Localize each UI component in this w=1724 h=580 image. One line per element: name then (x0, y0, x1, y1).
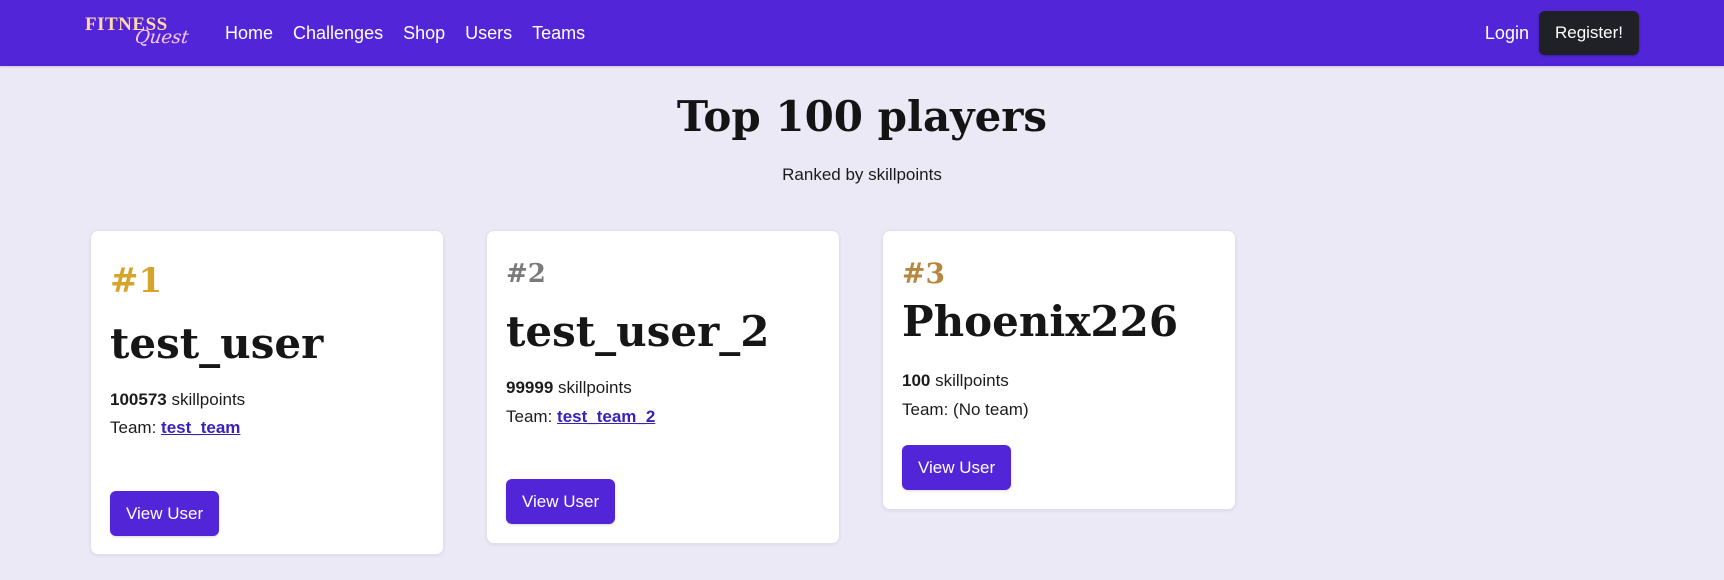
brand-logo-line2: Quest (133, 27, 190, 48)
nav-auth: Login Register! (1485, 0, 1639, 66)
player-skillpoints: 100573 skillpoints (110, 390, 245, 410)
player-rank: #2 (506, 259, 546, 289)
team-label: Team: (506, 407, 553, 426)
player-name: test_user (110, 319, 324, 368)
nav-link-teams[interactable]: Teams (522, 0, 595, 66)
skillpoints-value: 100573 (110, 390, 167, 409)
view-user-button[interactable]: View User (110, 491, 220, 536)
team-label: Team: (902, 400, 949, 419)
page-subtitle: Ranked by skillpoints (782, 165, 942, 184)
skillpoints-label: skillpoints (935, 371, 1009, 390)
player-team: Team: test_team_2 (506, 407, 655, 427)
page-title: Top 100 players (676, 92, 1048, 141)
nav-link-home[interactable]: Home (215, 0, 283, 66)
team-label: Team: (110, 418, 157, 437)
team-link[interactable]: test_team_2 (557, 407, 655, 426)
skillpoints-label: skillpoints (558, 378, 632, 397)
nav-link-shop[interactable]: Shop (393, 0, 455, 66)
player-rank: #1 (110, 261, 163, 301)
nav-links: Home Challenges Shop Users Teams (215, 0, 595, 66)
skillpoints-label: skillpoints (171, 390, 246, 409)
player-team: Team: test_team (110, 418, 240, 438)
view-user-button[interactable]: View User (506, 479, 616, 524)
register-button[interactable]: Register! (1538, 11, 1639, 55)
nav-link-users[interactable]: Users (455, 0, 522, 66)
nav-link-challenges[interactable]: Challenges (283, 0, 393, 66)
navbar: FITNESS Quest Home Challenges Shop Users… (0, 0, 1724, 66)
login-link[interactable]: Login (1485, 23, 1529, 44)
player-rank: #3 (902, 257, 945, 290)
player-skillpoints: 99999 skillpoints (506, 378, 632, 398)
player-name: test_user_2 (506, 307, 770, 356)
brand-logo[interactable]: FITNESS Quest (85, 12, 190, 52)
player-card: #1 test_user 100573 skillpoints Team: te… (90, 230, 444, 555)
view-user-button[interactable]: View User (902, 445, 1012, 490)
player-team: Team: (No team) (902, 400, 1029, 420)
team-link[interactable]: test_team (161, 418, 240, 437)
player-skillpoints: 100 skillpoints (902, 371, 1009, 391)
player-card: #2 test_user_2 99999 skillpoints Team: t… (486, 230, 840, 544)
player-name: Phoenix226 (902, 297, 1179, 346)
skillpoints-value: 100 (902, 371, 931, 390)
team-none: (No team) (953, 400, 1029, 419)
skillpoints-value: 99999 (506, 378, 554, 397)
player-card: #3 Phoenix226 100 skillpoints Team: (No … (882, 230, 1236, 510)
